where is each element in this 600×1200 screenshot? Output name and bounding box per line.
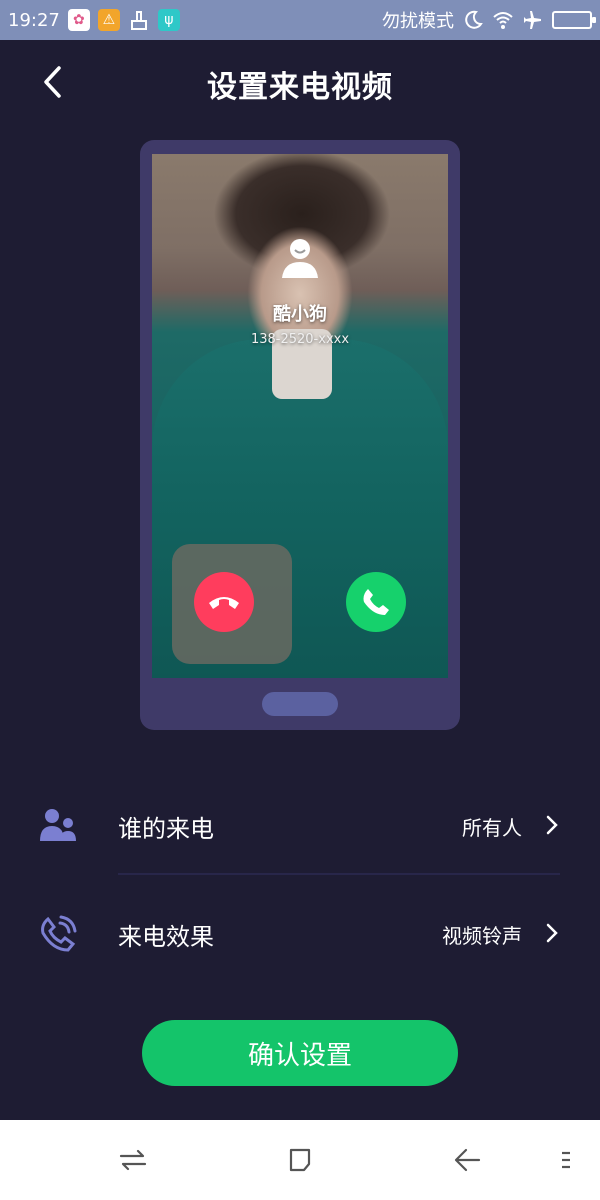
menu-icon (562, 1151, 570, 1169)
wifi-icon (492, 9, 514, 31)
divider (118, 873, 560, 875)
contacts-icon (38, 805, 80, 845)
phone-home-button (262, 692, 338, 716)
nav-back-button[interactable] (447, 1140, 487, 1180)
home-icon (289, 1148, 311, 1172)
chevron-right-icon (542, 811, 562, 839)
who-calls-label: 谁的来电 (118, 815, 214, 843)
airplane-icon (522, 9, 544, 31)
caller-name: 酷小狗 (273, 304, 327, 325)
hang-up-icon (209, 597, 239, 609)
warning-icon: ⚠ (97, 9, 120, 31)
status-time: 19:27 (8, 9, 60, 31)
switch-apps-icon (119, 1149, 147, 1171)
back-icon (454, 1148, 481, 1172)
call-effect-value: 视频铃声 (442, 924, 522, 948)
app-badge-icon: ✿ (67, 9, 90, 31)
switch-apps-button[interactable] (113, 1140, 153, 1180)
call-effect-label: 来电效果 (118, 923, 214, 951)
phone-ringing-icon (38, 913, 80, 953)
avatar-icon (280, 236, 320, 280)
dnd-label: 勿扰模式 (382, 11, 454, 32)
confirm-button[interactable]: 确认设置 (142, 1020, 458, 1086)
page-title: 设置来电视频 (207, 70, 393, 105)
status-bar: 19:27 ✿ ⚠ ψ 勿扰模式 (0, 0, 600, 40)
usb-icon: ψ (157, 9, 180, 31)
navigation-bar (0, 1120, 600, 1200)
who-calls-value: 所有人 (462, 816, 522, 840)
accept-call-button[interactable] (346, 572, 406, 632)
decline-call-button[interactable] (194, 572, 254, 632)
battery-icon (552, 11, 596, 29)
caller-number: 138-2520-xxxx (250, 332, 350, 347)
cleaner-icon (128, 9, 150, 31)
moon-icon (462, 9, 484, 31)
status-right: 勿扰模式 (382, 7, 596, 33)
phone-preview: 酷小狗 138-2520-xxxx (140, 140, 460, 730)
menu-button[interactable] (552, 1140, 580, 1180)
status-left: 19:27 ✿ ⚠ ψ (8, 9, 180, 31)
chevron-right-icon (542, 919, 562, 947)
setting-call-effect[interactable]: 来电效果 视频铃声 (0, 893, 600, 973)
video-preview[interactable]: 酷小狗 138-2520-xxxx (152, 154, 448, 678)
home-button[interactable] (280, 1140, 320, 1180)
phone-icon (363, 589, 389, 615)
setting-who-calls[interactable]: 谁的来电 所有人 (0, 785, 600, 865)
header: 设置来电视频 (0, 40, 600, 124)
